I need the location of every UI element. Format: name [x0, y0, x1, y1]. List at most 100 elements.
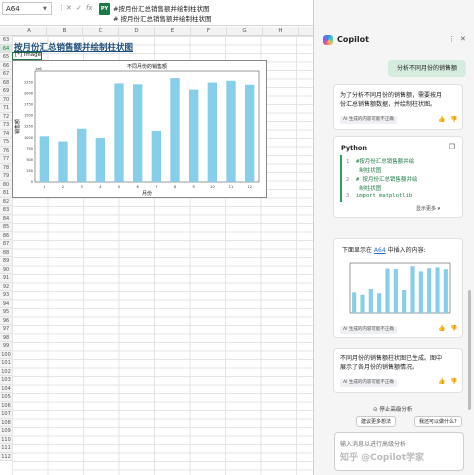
stop-analysis-button[interactable]: ⊙ 停止高级分析 [373, 405, 412, 413]
row-header[interactable]: 105 [0, 393, 12, 402]
more-icon[interactable]: ⋮ [58, 4, 65, 12]
row-header[interactable]: 92 [0, 282, 12, 291]
row-header[interactable]: 69 [0, 87, 12, 96]
thumbs-up-icon[interactable]: 👍 [438, 325, 445, 332]
function-icon[interactable]: fx [86, 4, 93, 12]
thumbs-up-icon[interactable]: 👍 [438, 116, 445, 123]
column-header-f[interactable]: F [191, 27, 227, 36]
x-axis-label: 月份 [142, 190, 152, 197]
y-tick-label: 750 [26, 147, 33, 151]
formula-line-2[interactable]: # 按月份汇总销售额并绘制柱状图 [113, 13, 212, 23]
thumbs-down-icon[interactable]: 👎 [450, 116, 457, 123]
column-header-c[interactable]: C [83, 27, 119, 36]
row-header[interactable]: 79 [0, 172, 12, 181]
x-tick-label: 1 [43, 185, 45, 189]
close-icon[interactable]: ✕ [66, 4, 72, 12]
close-icon[interactable]: ✕ [460, 35, 466, 43]
row-header[interactable]: 110 [0, 435, 12, 444]
bar [435, 267, 440, 313]
row-header[interactable]: 94 [0, 299, 12, 308]
suggestion-chip[interactable]: 我还可以做什么? [414, 416, 462, 427]
row-header[interactable]: 88 [0, 248, 12, 257]
formula-line-1[interactable]: #按月份汇总销售额并绘制柱状图 [113, 3, 209, 13]
column-header-d[interactable]: D [119, 27, 155, 36]
row-header[interactable]: 77 [0, 155, 12, 164]
show-more-button[interactable]: 显示更多 ▾ [416, 205, 440, 212]
bar [133, 84, 143, 182]
column-header-b[interactable]: B [47, 27, 83, 36]
column-header-e[interactable]: E [155, 27, 191, 36]
bar [418, 271, 423, 313]
row-header[interactable]: 65 [0, 53, 12, 62]
formula-bar: A64 ▼ ⋮ ✕ ✓ fx PY #按月份汇总销售额并绘制柱状图 # 按月份汇… [0, 0, 313, 26]
x-tick-label: 8 [174, 185, 176, 189]
row-header[interactable]: 91 [0, 274, 12, 283]
assistant-text-line: 不同月份的销售额柱状图已生成。图中 [340, 355, 443, 362]
row-header[interactable]: 72 [0, 112, 12, 121]
row-header[interactable]: 85 [0, 223, 12, 232]
thumbs-down-icon[interactable]: 👎 [450, 325, 457, 332]
row-header[interactable]: 71 [0, 104, 12, 113]
row-header[interactable]: 76 [0, 146, 12, 155]
row-header[interactable]: 66 [0, 61, 12, 70]
row-header[interactable]: 112 [0, 452, 12, 461]
row-header[interactable]: 96 [0, 316, 12, 325]
row-header[interactable]: 81 [0, 189, 12, 198]
row-header[interactable]: 108 [0, 418, 12, 427]
row-header[interactable]: 82 [0, 197, 12, 206]
row-header[interactable]: 100 [0, 350, 12, 359]
column-header-g[interactable]: G [227, 27, 263, 36]
chart-image[interactable]: 1 2 3 4 5 6 7 8 9 10 11 12 0 250 500 750 1000 1250 1500 175… [12, 60, 267, 198]
row-header[interactable]: 104 [0, 384, 12, 393]
suggestion-chip[interactable]: 建议更多想法 [356, 416, 397, 427]
row-header[interactable]: 89 [0, 257, 12, 266]
thumbs-up-icon[interactable]: 👍 [438, 378, 445, 385]
copilot-logo-icon [323, 35, 333, 45]
row-header[interactable]: 78 [0, 163, 12, 172]
row-header[interactable]: 75 [0, 138, 12, 147]
assistant-message: 不同月份的销售额柱状图已生成。图中 展示了各月份的销售额情况。 AI 生成的内容… [333, 348, 463, 393]
row-header[interactable]: 97 [0, 325, 12, 334]
row-header[interactable]: 87 [0, 240, 12, 249]
row-header[interactable]: 95 [0, 308, 12, 317]
row-header[interactable]: 67 [0, 70, 12, 79]
row-header[interactable]: 86 [0, 231, 12, 240]
row-header[interactable]: 70 [0, 95, 12, 104]
row-header[interactable]: 83 [0, 206, 12, 215]
row-header[interactable]: 103 [0, 376, 12, 385]
row-header[interactable]: 101 [0, 359, 12, 368]
row-header[interactable]: 63 [0, 36, 12, 45]
row-header[interactable]: 73 [0, 121, 12, 130]
copy-icon[interactable]: ❐ [449, 143, 455, 151]
ai-disclaimer: AI 生成的内容可能不正确 [340, 326, 397, 334]
plot-frame [349, 262, 451, 314]
row-header[interactable]: 102 [0, 367, 12, 376]
row-header[interactable]: 84 [0, 214, 12, 223]
row-header[interactable]: 90 [0, 265, 12, 274]
chart-title: 不同月份的销售额 [127, 63, 167, 70]
image-cell[interactable]: [*] Image [12, 52, 42, 60]
row-header[interactable]: 80 [0, 180, 12, 189]
copilot-header: Copilot ⋮ ✕ [314, 32, 474, 48]
row-header[interactable]: 109 [0, 427, 12, 436]
code-block[interactable]: 1 #按月份汇总销售额并绘 制柱状图 2 # 按月份汇总销售额并绘 制柱状图 3… [340, 155, 458, 202]
row-header[interactable]: 99 [0, 342, 12, 351]
row-header[interactable]: 98 [0, 333, 12, 342]
pane-scrollbar[interactable] [468, 290, 471, 410]
chevron-down-icon[interactable]: ▼ [43, 6, 47, 12]
row-header[interactable]: 107 [0, 410, 12, 419]
thumbs-down-icon[interactable]: 👎 [450, 378, 457, 385]
bar [368, 289, 373, 313]
row-header[interactable]: 74 [0, 129, 12, 138]
row-header[interactable]: 106 [0, 401, 12, 410]
more-icon[interactable]: ⋮ [448, 35, 455, 43]
python-badge: PY [99, 3, 110, 15]
row-header[interactable]: 68 [0, 78, 12, 87]
cell-link[interactable]: A64 [374, 247, 386, 254]
column-header-h[interactable]: H [263, 27, 299, 36]
row-header[interactable]: 93 [0, 291, 12, 300]
check-icon[interactable]: ✓ [76, 4, 82, 12]
row-header[interactable]: 111 [0, 444, 12, 453]
column-header-a[interactable]: A [12, 27, 47, 36]
row-header[interactable]: 64 [0, 44, 12, 53]
